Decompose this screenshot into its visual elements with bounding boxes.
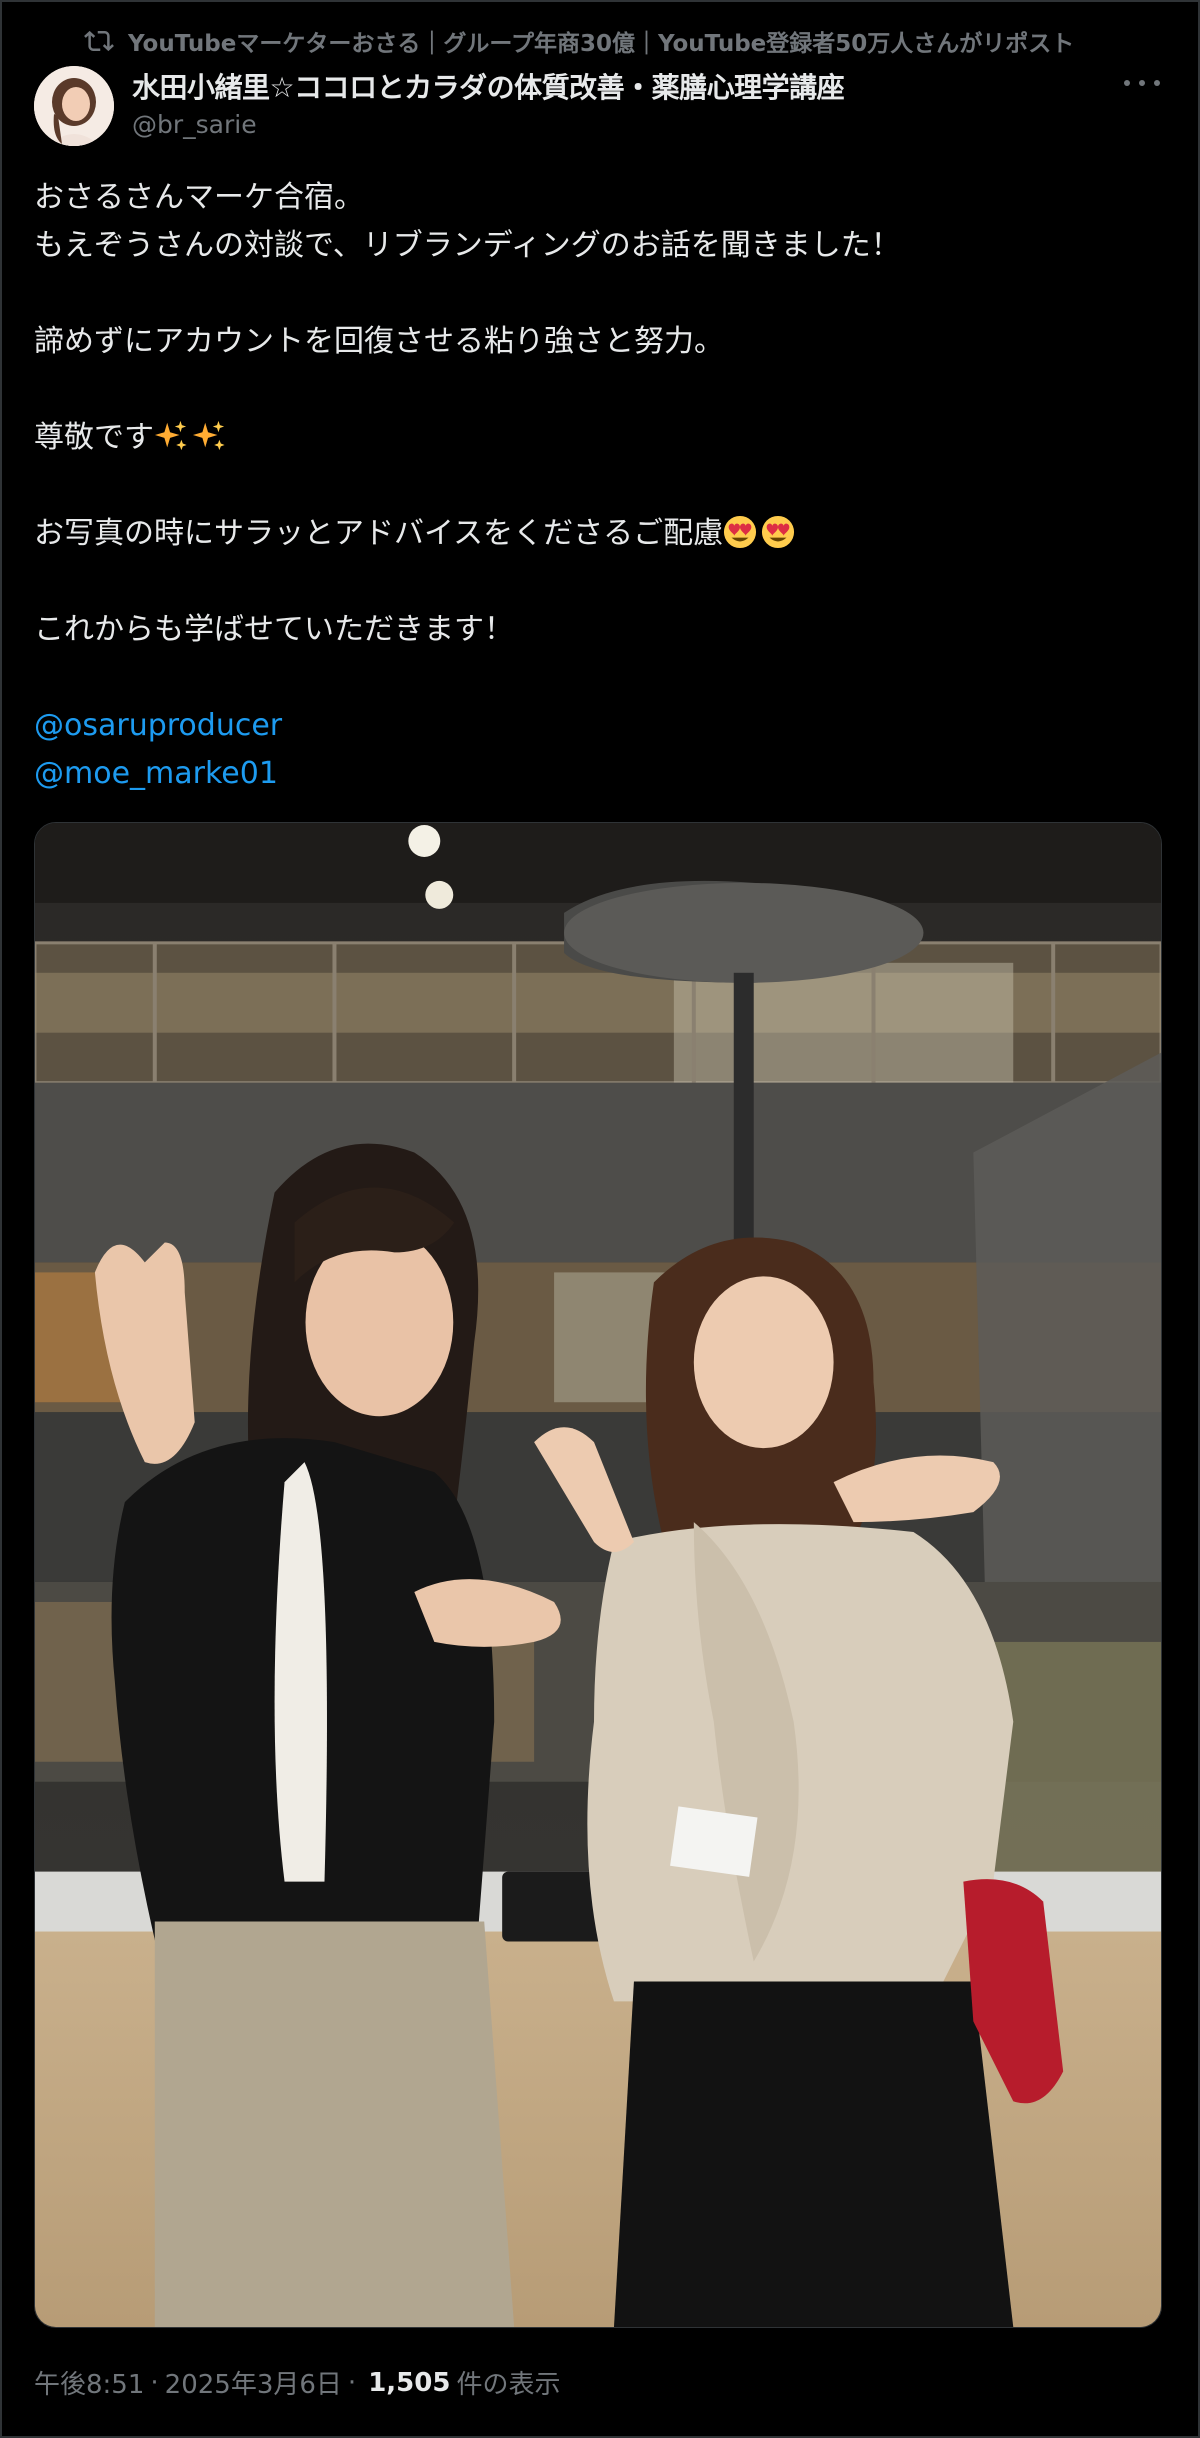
- tweet-date[interactable]: 2025年3月6日: [165, 2364, 342, 2401]
- more-dot-icon: [1124, 80, 1130, 86]
- mention-link[interactable]: @moe_marke01: [34, 756, 278, 791]
- author-display-name[interactable]: 水田小緒里☆ココロとカラダの体質改善・薬膳心理学講座: [132, 66, 845, 106]
- more-dot-icon: [1154, 80, 1160, 86]
- meta-separator: ·: [150, 2367, 159, 2398]
- repost-indicator[interactable]: YouTubeマーケターおさる｜グループ年商30億｜YouTube登録者50万人…: [84, 24, 1074, 58]
- author-handle[interactable]: @br_sarie: [132, 110, 257, 139]
- tweet-photo[interactable]: [34, 822, 1162, 2328]
- tweet-line: お写真の時にサラッとアドバイスをくださるご配慮: [34, 516, 724, 551]
- meta-separator: ·: [347, 2367, 357, 2398]
- heart-eyes-emoji-icon: [762, 515, 795, 549]
- tweet-card[interactable]: YouTubeマーケターおさる｜グループ年商30億｜YouTube登録者50万人…: [0, 0, 1200, 2438]
- mention-link[interactable]: @osaruproducer: [34, 708, 282, 743]
- views-count[interactable]: 1,505: [368, 2368, 450, 2398]
- avatar[interactable]: [34, 66, 114, 146]
- tweet-line: もえぞうさんの対談で、リブランディングのお話を聞きました！: [34, 228, 901, 263]
- tweet-text: おさるさんマーケ合宿。 もえぞうさんの対談で、リブランディングのお話を聞きました…: [34, 174, 1154, 798]
- tweet-line-with-emoji: 尊敬です: [34, 414, 1154, 462]
- views-label: 件の表示: [456, 2370, 561, 2400]
- photo-image: [35, 823, 1161, 2327]
- tweet-line: 諦めずにアカウントを回復させる粘り強さと努力。: [34, 324, 724, 359]
- tweet-line: 尊敬です: [34, 420, 154, 455]
- more-options-button[interactable]: [1124, 68, 1160, 98]
- tweet-line: これからも学ばせていただきます！: [34, 612, 514, 647]
- heart-eyes-emoji-icon: [724, 515, 757, 549]
- repost-text: YouTubeマーケターおさる｜グループ年商30億｜YouTube登録者50万人…: [128, 31, 1075, 57]
- more-dot-icon: [1139, 80, 1145, 86]
- tweet-line-with-emoji: お写真の時にサラッとアドバイスをくださるご配慮: [34, 510, 1154, 558]
- sparkles-emoji-icon: [192, 420, 225, 451]
- tweet-meta: 午後8:51 · 2025年3月6日 · 1,505 件の表示: [34, 2364, 560, 2401]
- tweet-time[interactable]: 午後8:51: [34, 2364, 144, 2401]
- repost-icon: [84, 30, 114, 52]
- sparkles-emoji-icon: [154, 420, 187, 451]
- tweet-line: おさるさんマーケ合宿。: [34, 180, 364, 215]
